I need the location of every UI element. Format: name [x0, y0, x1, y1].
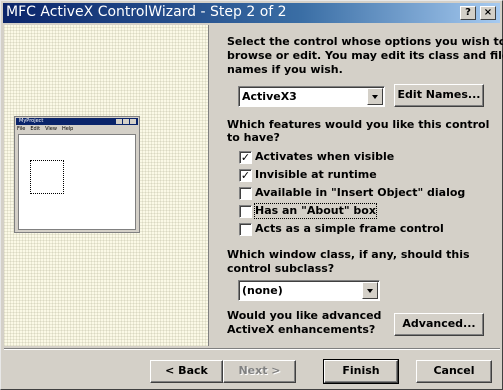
preview-control-placeholder: [30, 160, 64, 194]
chevron-down-icon[interactable]: [367, 88, 383, 105]
control-instructions-line-3: names if you wish.: [227, 63, 343, 76]
finish-button[interactable]: Finish: [323, 359, 399, 384]
invisible-at-runtime-label[interactable]: Invisible at runtime: [255, 168, 377, 182]
preview-menu-file: File: [17, 126, 26, 132]
simple-frame-checkbox[interactable]: [239, 223, 252, 236]
insert-object-checkbox[interactable]: [239, 187, 252, 200]
wizard-illustration: MyProject File Edit View Help: [4, 25, 209, 346]
preview-client-area: [18, 134, 136, 230]
activates-when-visible-checkbox[interactable]: ✓: [239, 151, 252, 164]
subclass-select-value: (none): [242, 284, 283, 297]
subclass-select-combo[interactable]: (none): [238, 280, 380, 301]
advanced-button[interactable]: Advanced...: [394, 313, 484, 336]
simple-frame-label[interactable]: Acts as a simple frame control: [255, 222, 444, 236]
control-select-combo[interactable]: ActiveX3: [238, 86, 385, 107]
preview-menu-help: Help: [61, 126, 74, 132]
insert-object-label[interactable]: Available in "Insert Object" dialog: [255, 186, 465, 200]
features-question-line-2: to have?: [227, 131, 280, 144]
preview-window-controls: [116, 119, 136, 125]
chevron-down-icon[interactable]: [362, 282, 378, 299]
preview-menu-edit: Edit: [30, 126, 41, 132]
activates-when-visible-label[interactable]: Activates when visible: [255, 150, 394, 164]
advanced-question-line-2: ActiveX enhancements?: [227, 323, 376, 336]
window-title: MFC ActiveX ControlWizard - Step 2 of 2: [6, 4, 287, 20]
check-icon: ✓: [240, 169, 251, 182]
subclass-question-line-1: Which window class, if any, should this: [227, 248, 470, 261]
preview-window: MyProject File Edit View Help: [14, 116, 140, 233]
cancel-button[interactable]: Cancel: [416, 360, 492, 383]
features-question-line-1: Which features would you like this contr…: [227, 118, 490, 131]
control-select-value: ActiveX3: [242, 90, 297, 103]
invisible-at-runtime-checkbox[interactable]: ✓: [239, 169, 252, 182]
control-instructions-line-1: Select the control whose options you wis…: [227, 35, 503, 48]
next-button[interactable]: Next >: [223, 360, 296, 383]
back-button[interactable]: < Back: [150, 360, 223, 383]
subclass-question-line-2: control subclass?: [227, 262, 335, 275]
title-bar[interactable]: MFC ActiveX ControlWizard - Step 2 of 2 …: [3, 3, 500, 23]
advanced-question-line-1: Would you like advanced: [227, 309, 382, 322]
check-icon: ✓: [240, 151, 251, 164]
wizard-dialog: MFC ActiveX ControlWizard - Step 2 of 2 …: [0, 0, 503, 390]
close-button[interactable]: ×: [480, 6, 496, 20]
preview-title-bar: MyProject: [16, 118, 138, 125]
edit-names-button[interactable]: Edit Names...: [394, 84, 484, 107]
preview-title: MyProject: [19, 118, 44, 124]
about-box-label[interactable]: Has an "About" box: [254, 203, 377, 219]
preview-menu-bar: File Edit View Help: [17, 126, 73, 132]
help-button[interactable]: ?: [460, 6, 476, 20]
footer-separator: [4, 348, 500, 350]
about-box-checkbox[interactable]: [239, 205, 252, 218]
preview-menu-view: View: [45, 126, 57, 132]
control-instructions-line-2: browse or edit. You may edit its class a…: [227, 49, 503, 62]
